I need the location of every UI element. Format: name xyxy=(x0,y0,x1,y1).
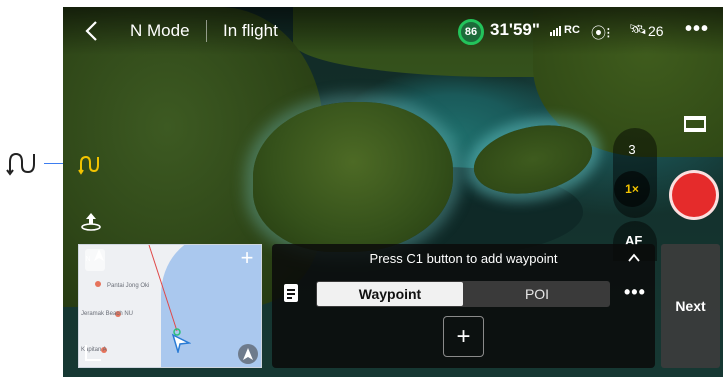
more-options-icon[interactable]: ••• xyxy=(624,282,646,303)
record-button[interactable] xyxy=(669,170,719,220)
vision-system-icon[interactable]: ⦿⁝ xyxy=(591,22,611,43)
satellite-icon: 🛰 xyxy=(629,21,647,37)
north-indicator[interactable]: N xyxy=(85,249,105,271)
collapse-map-icon[interactable] xyxy=(85,345,101,361)
flight-time: 31'59" xyxy=(490,20,540,39)
locate-icon[interactable] xyxy=(238,344,258,364)
video-mode-icon[interactable] xyxy=(684,116,706,132)
waypoint-panel: Press C1 button to add waypoint Waypoint… xyxy=(272,244,655,368)
add-waypoint-button[interactable]: + xyxy=(443,316,484,357)
signal-bar xyxy=(559,26,561,36)
waypoint-mode-icon[interactable] xyxy=(78,153,100,175)
return-to-home-icon[interactable] xyxy=(80,210,102,232)
signal-label: RC xyxy=(564,24,580,36)
signal-bar xyxy=(556,28,558,36)
tab-poi[interactable]: POI xyxy=(464,282,610,306)
top-status-bar: N Mode In flight 86 31'59" RC ⦿⁝ 🛰 26 ••… xyxy=(63,7,723,55)
next-button[interactable]: Next xyxy=(661,244,720,368)
flight-mode[interactable]: N Mode xyxy=(130,21,190,41)
battery-indicator[interactable]: 86 xyxy=(458,19,484,45)
zoom-option[interactable]: 3 xyxy=(622,142,642,157)
signal-bar xyxy=(550,32,552,36)
waypoint-list-icon[interactable] xyxy=(284,284,298,302)
waypoint-route-icon xyxy=(6,152,35,176)
divider xyxy=(206,20,207,42)
satellite-count: 26 xyxy=(648,23,664,39)
back-icon[interactable] xyxy=(83,20,101,42)
waypoint-hint: Press C1 button to add waypoint xyxy=(369,251,558,266)
mode-segmented-control: Waypoint POI xyxy=(316,281,610,307)
aircraft-icon xyxy=(171,333,191,353)
tab-waypoint[interactable]: Waypoint xyxy=(317,282,463,306)
signal-bar xyxy=(553,30,555,36)
minimap[interactable]: Pantai Jong Oki Jeramak Beach NU Kapitan… xyxy=(78,244,262,368)
flight-status: In flight xyxy=(223,21,278,40)
chevron-up-icon[interactable] xyxy=(628,252,640,264)
island xyxy=(253,102,453,252)
rc-signal[interactable]: RC xyxy=(550,24,580,36)
zoom-current[interactable]: 1× xyxy=(614,171,650,207)
north-label: N xyxy=(85,256,91,263)
expand-map-icon[interactable]: + xyxy=(237,247,257,269)
north-arrow-icon xyxy=(93,249,104,261)
more-menu-icon[interactable]: ••• xyxy=(685,18,709,41)
